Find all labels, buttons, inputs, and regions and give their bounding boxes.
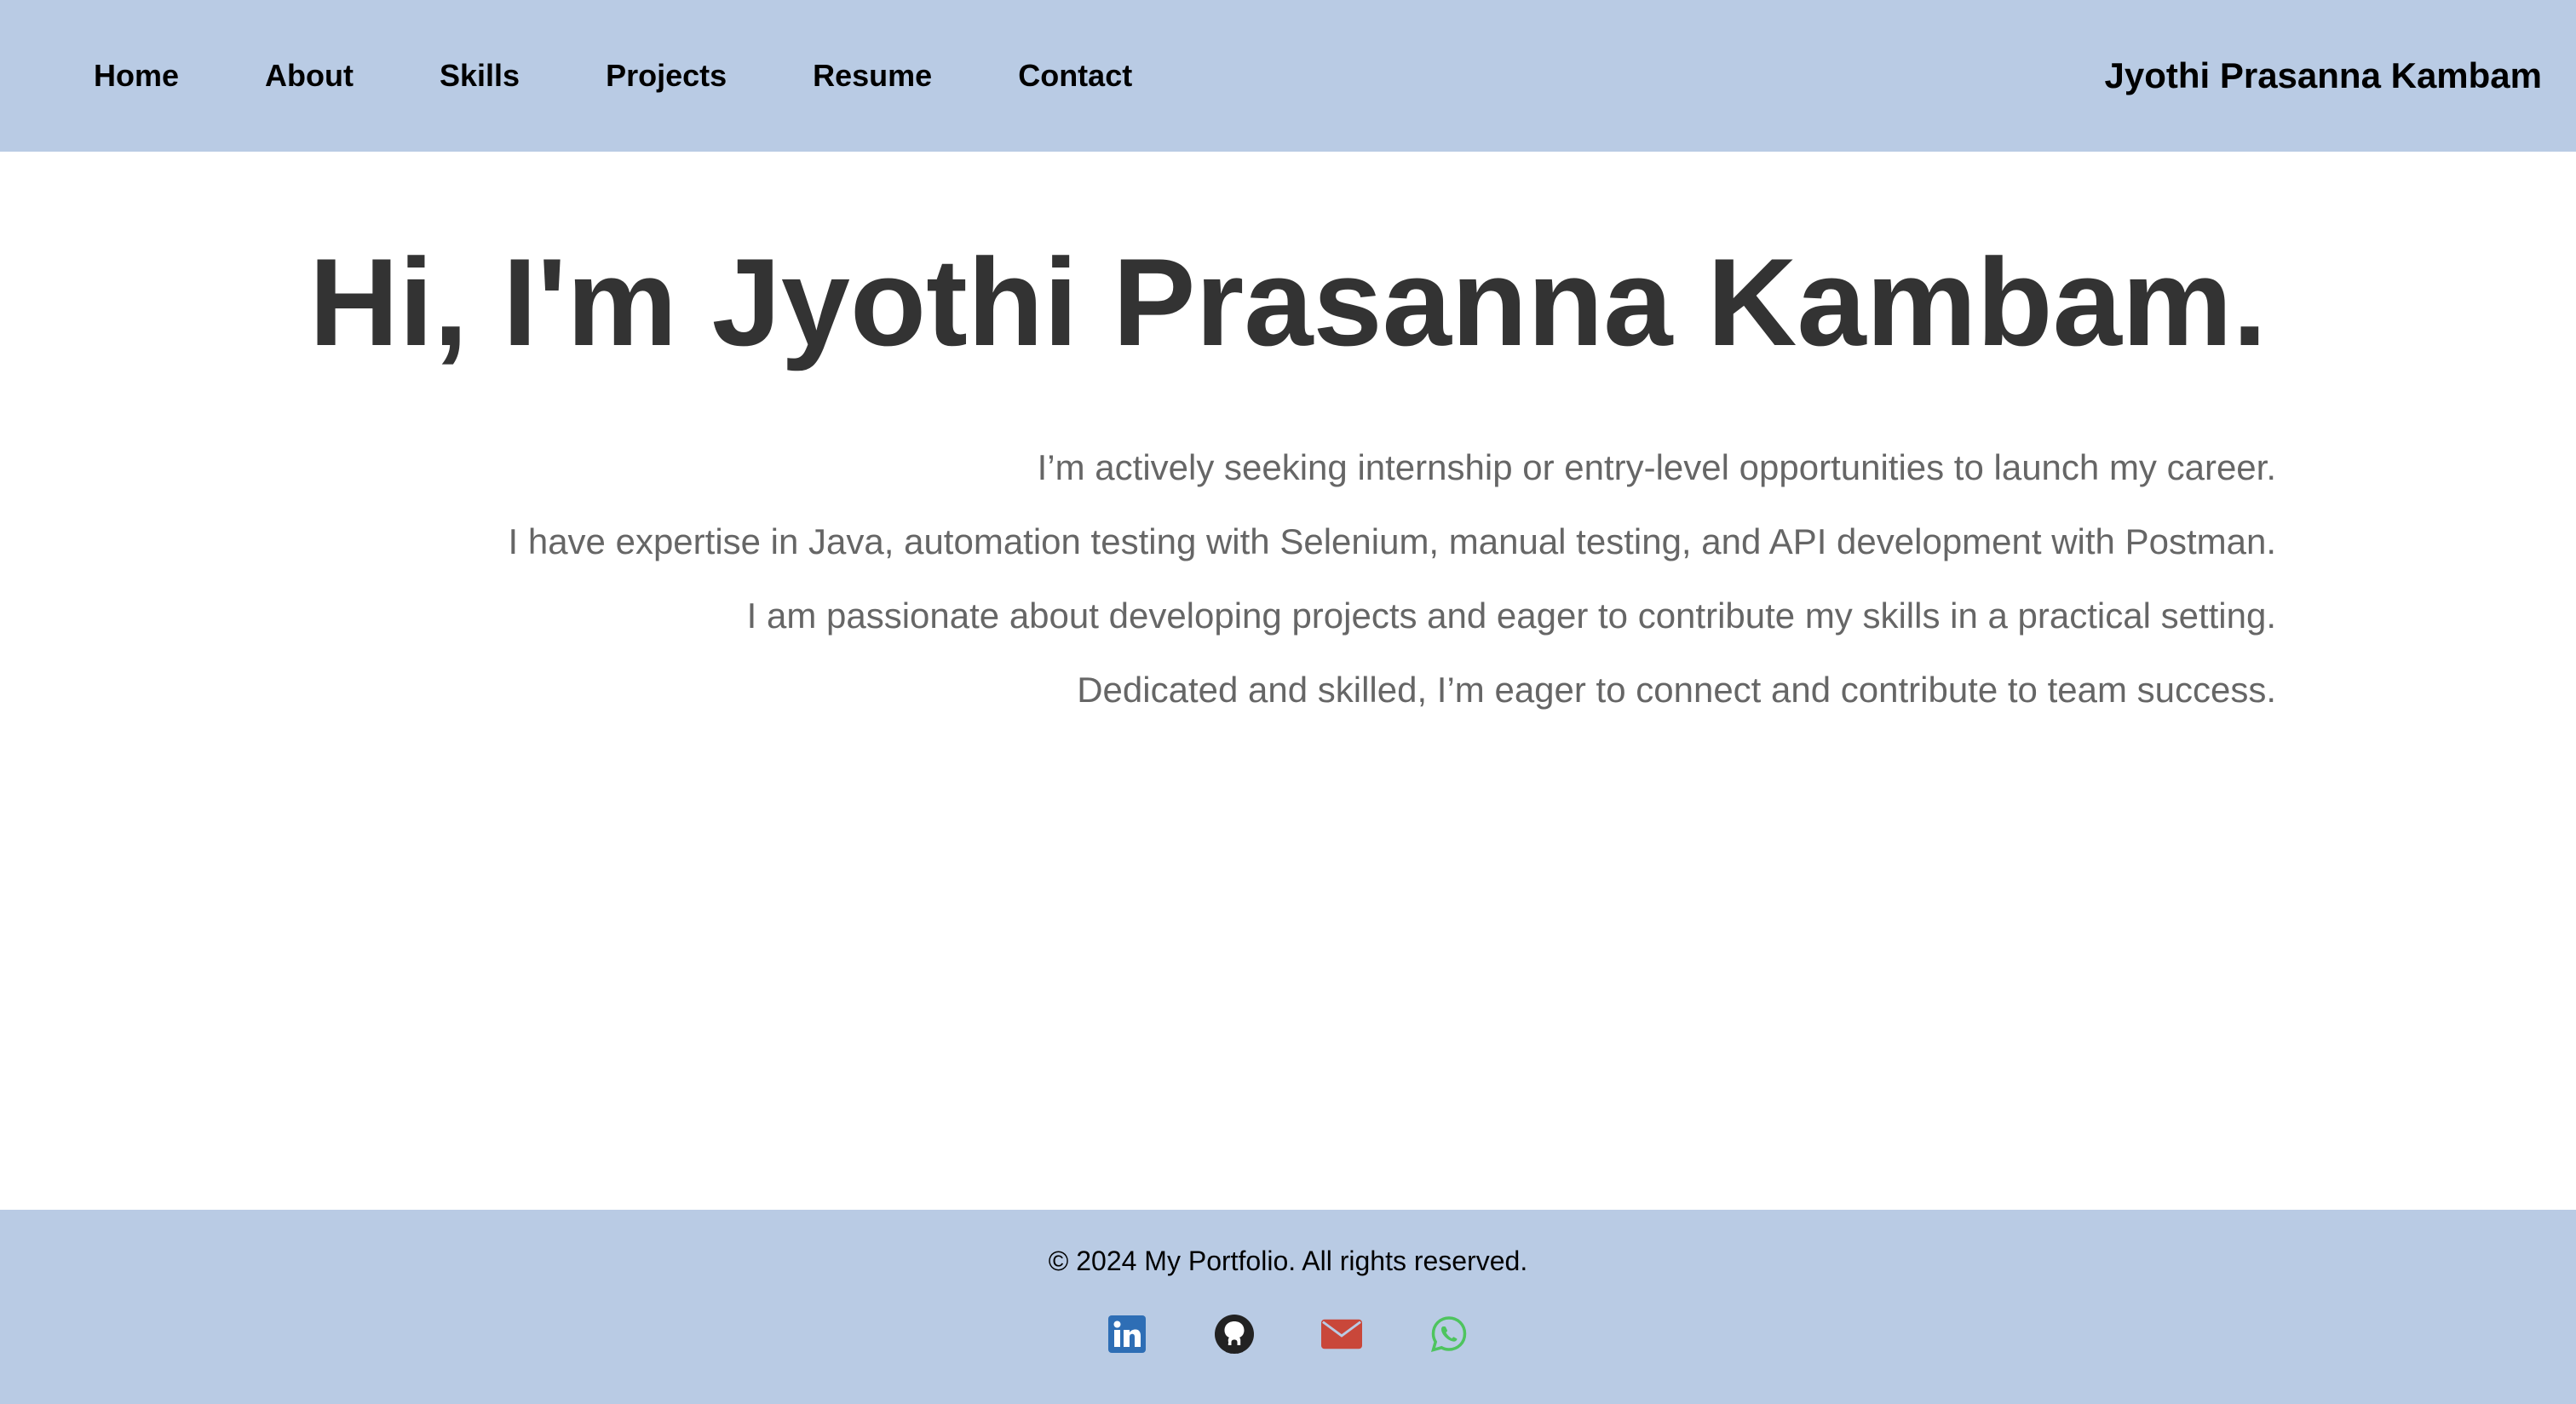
social-links <box>0 1314 2576 1355</box>
main-nav: Home About Skills Projects Resume Contac… <box>94 0 1132 152</box>
nav-link-about[interactable]: About <box>265 58 354 94</box>
intro-line: I am passionate about developing project… <box>746 596 2276 636</box>
intro-line: Dedicated and skilled, I’m eager to conn… <box>1077 670 2276 710</box>
nav-link-home[interactable]: Home <box>94 58 179 94</box>
envelope-icon[interactable] <box>1321 1314 1362 1355</box>
github-icon[interactable] <box>1214 1314 1255 1355</box>
site-brand-name: Jyothi Prasanna Kambam <box>2104 55 2542 95</box>
intro-line: I have expertise in Java, automation tes… <box>508 521 2277 561</box>
intro-line: I’m actively seeking internship or entry… <box>1037 447 2276 487</box>
hero-title: Hi, I'm Jyothi Prasanna Kambam. <box>308 233 2268 371</box>
site-footer: © 2024 My Portfolio. All rights reserved… <box>0 1210 2576 1404</box>
nav-link-skills[interactable]: Skills <box>440 58 520 94</box>
intro-text-block: I’m actively seeking internship or entry… <box>509 430 2277 727</box>
nav-link-resume[interactable]: Resume <box>813 58 932 94</box>
linkedin-icon[interactable] <box>1107 1314 1147 1355</box>
top-navbar: Home About Skills Projects Resume Contac… <box>0 0 2576 152</box>
copyright-text: © 2024 My Portfolio. All rights reserved… <box>1048 1246 1528 1276</box>
nav-link-projects[interactable]: Projects <box>606 58 727 94</box>
whatsapp-icon[interactable] <box>1429 1314 1469 1355</box>
nav-link-contact[interactable]: Contact <box>1018 58 1132 94</box>
